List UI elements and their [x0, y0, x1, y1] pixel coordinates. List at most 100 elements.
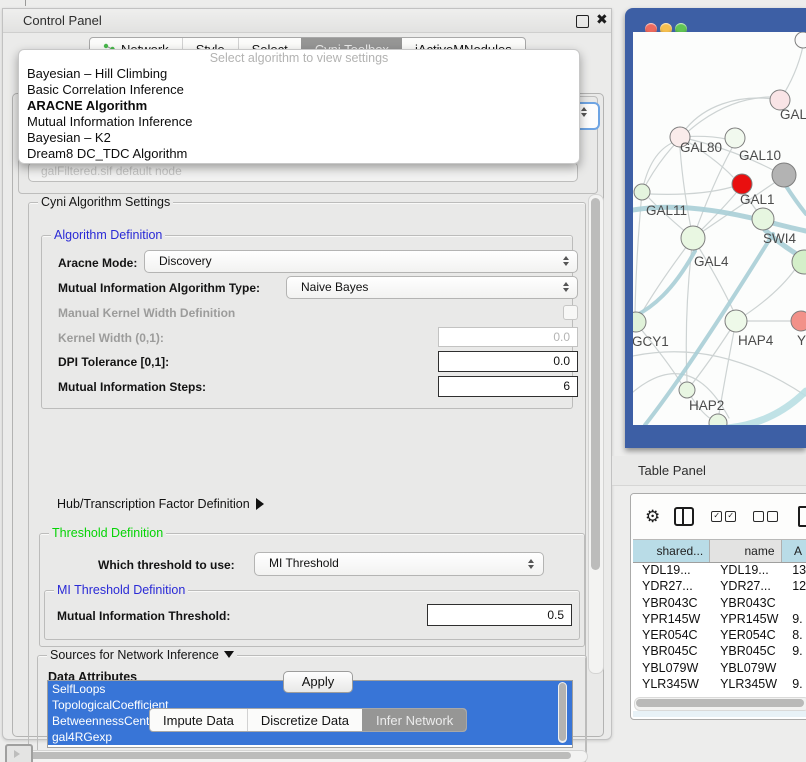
- algorithm-popup-item[interactable]: Bayesian – K2: [19, 130, 579, 146]
- table-row[interactable]: YLR345WYLR345W9.: [633, 676, 806, 692]
- network-canvas[interactable]: GALGAL80GAL10GAL1GAL11SWI4GAL4GCY1HAP4YH…: [633, 32, 806, 425]
- table-cell: 9.: [783, 692, 806, 695]
- table-row[interactable]: YIL052CYIL052C9.: [633, 692, 806, 695]
- table-cell: YIL052C: [711, 692, 783, 695]
- apply-button[interactable]: Apply: [283, 671, 353, 693]
- manual-kernel-label: Manual Kernel Width Definition: [58, 306, 235, 320]
- network-edge: [728, 391, 806, 425]
- network-node[interactable]: [725, 128, 745, 148]
- kernel-width-field[interactable]: 0.0: [438, 327, 578, 347]
- cyni-algorithm-settings-title: Cyni Algorithm Settings: [38, 195, 173, 209]
- network-node[interactable]: [633, 312, 646, 332]
- table-data-combobox[interactable]: galFiltered.sif default node: [28, 162, 578, 182]
- threshold-definition-group: Threshold Definition Which threshold to …: [39, 533, 585, 647]
- network-node-label: GAL80: [680, 140, 722, 155]
- table-row[interactable]: YER054CYER054C8.: [633, 627, 806, 643]
- network-node[interactable]: [795, 32, 806, 48]
- network-node-label: GAL11: [646, 203, 687, 218]
- mi-type-combobox[interactable]: Naive Bayes: [286, 276, 578, 299]
- bottom-tabbar: Impute Data Discretize DataInfer Network: [149, 708, 467, 732]
- mi-threshold-definition-title: MI Threshold Definition: [54, 583, 188, 597]
- network-node-label: SWI4: [763, 231, 796, 246]
- algorithm-popup-item[interactable]: Basic Correlation Inference: [19, 82, 579, 98]
- algorithm-popup-item[interactable]: Dream8 DC_TDC Algorithm: [19, 146, 579, 162]
- table-cell: YIL052C: [633, 692, 711, 695]
- sources-title[interactable]: Sources for Network Inference: [47, 648, 237, 662]
- aracne-mode-combobox[interactable]: Discovery: [144, 250, 578, 273]
- collapse-panel-button[interactable]: [5, 744, 33, 762]
- mi-threshold-definition-group: MI Threshold Definition Mutual Informati…: [44, 590, 580, 640]
- network-node[interactable]: [725, 310, 747, 332]
- network-node[interactable]: [752, 208, 774, 230]
- table-cell: 13: [783, 562, 806, 578]
- tab-impute-data[interactable]: Impute Data: [150, 709, 247, 731]
- split-columns-icon[interactable]: [674, 507, 694, 526]
- dpi-tolerance-field[interactable]: 0.0: [438, 351, 578, 372]
- network-node[interactable]: [679, 382, 695, 398]
- network-node[interactable]: [634, 184, 650, 200]
- control-panel-title: Control Panel: [23, 13, 102, 28]
- network-node[interactable]: [772, 163, 796, 187]
- network-edge: [633, 352, 806, 396]
- table-row[interactable]: YDL19...YDL19...13: [633, 562, 806, 578]
- network-edge: [641, 238, 693, 314]
- which-threshold-combobox[interactable]: MI Threshold: [254, 552, 544, 576]
- checked-boxes-icon[interactable]: ✓✓: [708, 511, 736, 522]
- table-cell: [783, 595, 806, 611]
- algorithm-popup-item[interactable]: Mutual Information Inference: [19, 114, 579, 130]
- table-hscrollbar[interactable]: [634, 697, 806, 711]
- table-row[interactable]: YDR27...YDR27...12: [633, 578, 806, 594]
- table-cell: YDR27...: [633, 578, 711, 594]
- mi-threshold-field[interactable]: 0.5: [427, 604, 572, 626]
- network-edge: [786, 186, 806, 214]
- settings-vscrollbar[interactable]: [588, 194, 604, 674]
- manual-kernel-checkbox[interactable]: [563, 305, 578, 320]
- mi-threshold-label: Mutual Information Threshold:: [57, 609, 230, 623]
- network-edge: [633, 251, 695, 317]
- attributes-list-scrollbar[interactable]: [558, 682, 567, 743]
- table-row[interactable]: YBR043CYBR043C: [633, 595, 806, 611]
- network-node[interactable]: [681, 226, 705, 250]
- expand-right-icon: [256, 498, 264, 510]
- table-cell: 9.: [783, 643, 806, 659]
- hub-definition-expander[interactable]: Hub/Transcription Factor Definition: [57, 497, 264, 511]
- algorithm-popup-item[interactable]: ARACNE Algorithm: [19, 98, 579, 114]
- table-row[interactable]: YBR045CYBR045C9.: [633, 643, 806, 659]
- network-node[interactable]: [709, 414, 727, 425]
- settings-hscrollbar[interactable]: [26, 750, 588, 762]
- document-icon[interactable]: [798, 506, 806, 527]
- table-row[interactable]: YPR145WYPR145W9.: [633, 611, 806, 627]
- close-icon[interactable]: ✖: [596, 11, 608, 28]
- table-cell: YLR345W: [711, 676, 783, 692]
- screen: Control Panel ✖ NetworkStyleSelectCyni T…: [0, 0, 806, 762]
- column-header-shared[interactable]: shared...: [633, 540, 710, 562]
- column-header-a[interactable]: A: [782, 540, 806, 562]
- table-row[interactable]: YBL079WYBL079W: [633, 660, 806, 676]
- network-node[interactable]: [732, 174, 752, 194]
- table-cell: 12: [783, 578, 806, 594]
- column-header-name[interactable]: name: [710, 540, 781, 562]
- table-cell: YBR045C: [633, 643, 711, 659]
- which-threshold-value: MI Threshold: [269, 556, 339, 570]
- network-node-label: Y: [797, 333, 806, 348]
- table-cell: YPR145W: [633, 611, 711, 627]
- table-toolbar: ⚙ ✓✓: [631, 494, 806, 539]
- network-node-label: GAL4: [694, 254, 729, 269]
- table-cell: [783, 660, 806, 676]
- mi-steps-field[interactable]: 6: [438, 376, 578, 397]
- aracne-mode-label: Aracne Mode:: [58, 256, 137, 270]
- tab-discretize-data[interactable]: Discretize Data: [247, 709, 362, 731]
- table-cell: YBR043C: [633, 595, 711, 611]
- algorithm-popup-item[interactable]: Bayesian – Hill Climbing: [19, 66, 579, 82]
- cyni-toolbox-page: galFiltered.sif default node Cyni Algori…: [12, 93, 604, 737]
- network-node-label: GAL10: [739, 148, 781, 163]
- network-edge: [650, 187, 732, 194]
- network-node[interactable]: [791, 311, 806, 331]
- tab-label: Impute Data: [163, 713, 234, 728]
- gear-icon[interactable]: ⚙: [645, 507, 660, 527]
- float-window-icon[interactable]: [576, 15, 589, 28]
- tab-infer-network[interactable]: Infer Network: [362, 709, 466, 731]
- table-cell: YDR27...: [711, 578, 783, 594]
- unchecked-boxes-icon[interactable]: [750, 511, 778, 522]
- table-cell: YDL19...: [711, 562, 783, 578]
